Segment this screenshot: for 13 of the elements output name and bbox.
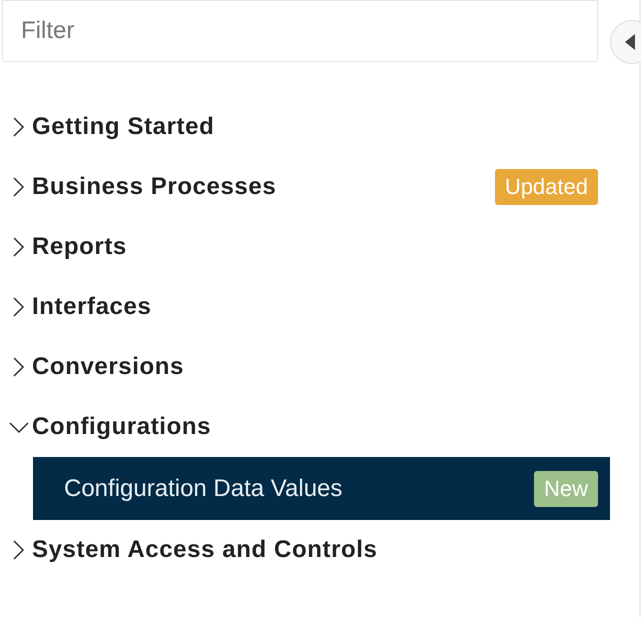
tree-item[interactable]: System Access and Controls bbox=[8, 536, 378, 564]
tree-item[interactable]: Business Processes bbox=[8, 173, 276, 201]
caret-left-icon bbox=[625, 34, 635, 50]
status-badge: New bbox=[534, 470, 598, 506]
tree-item[interactable]: Conversions bbox=[8, 353, 184, 381]
tree-item[interactable]: Reports bbox=[8, 233, 127, 261]
filter-field[interactable]: Filter bbox=[2, 0, 598, 62]
tree-item[interactable]: Getting Started bbox=[8, 113, 214, 141]
tree-child-item[interactable]: Configuration Data Values New bbox=[33, 457, 610, 520]
tree-item[interactable]: Interfaces bbox=[8, 293, 152, 321]
tree-item[interactable]: Configurations bbox=[8, 413, 212, 441]
collapse-button[interactable] bbox=[610, 20, 641, 64]
status-badge: Updated bbox=[494, 169, 598, 205]
